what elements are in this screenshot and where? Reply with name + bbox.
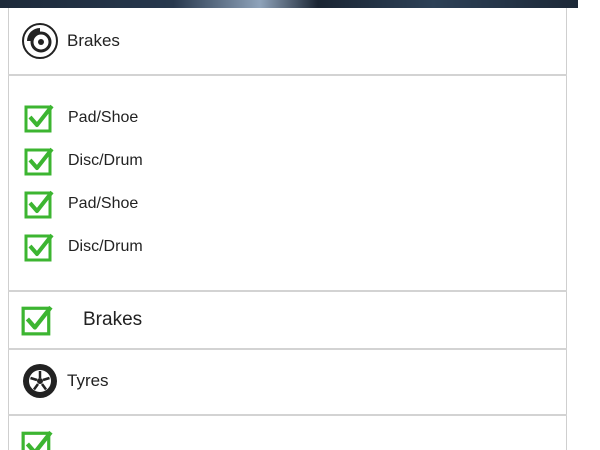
inspection-checklist-screen: Brakes Pad/Shoe Disc/Drum Pad/Shoe Disc/… (0, 0, 600, 450)
list-item-pad-shoe-2[interactable]: Pad/Shoe (24, 189, 138, 219)
header-banner-image (0, 0, 578, 8)
checkbox-checked-icon[interactable] (24, 189, 54, 219)
list-item-pad-shoe-1[interactable]: Pad/Shoe (24, 103, 138, 133)
brakes-checked-label: Brakes (83, 309, 143, 330)
tyres-section-header[interactable]: Tyres (21, 362, 109, 400)
item-label: Disc/Drum (68, 238, 143, 255)
divider (8, 348, 567, 350)
brakes-section-header[interactable]: Brakes (21, 22, 120, 60)
divider (8, 74, 567, 76)
brakes-section-title: Brakes (67, 31, 120, 50)
item-label: Pad/Shoe (68, 195, 139, 212)
brakes-checked-row[interactable]: Brakes (21, 304, 142, 336)
checkbox-checked-icon[interactable] (24, 232, 54, 262)
checkbox-checked-icon[interactable] (21, 429, 53, 450)
list-item-disc-drum-2[interactable]: Disc/Drum (24, 232, 143, 262)
divider (8, 414, 567, 416)
checkbox-checked-icon[interactable] (24, 146, 54, 176)
tyres-section-title: Tyres (67, 371, 109, 390)
item-label: Disc/Drum (68, 152, 143, 169)
checkbox-checked-icon[interactable] (21, 304, 53, 336)
tyres-checked-row[interactable] (21, 430, 53, 450)
tyre-wheel-icon (23, 364, 57, 398)
brake-disc-icon (22, 23, 58, 59)
item-label: Pad/Shoe (68, 109, 139, 126)
list-item-disc-drum-1[interactable]: Disc/Drum (24, 146, 143, 176)
divider (8, 290, 567, 292)
checkbox-checked-icon[interactable] (24, 103, 54, 133)
